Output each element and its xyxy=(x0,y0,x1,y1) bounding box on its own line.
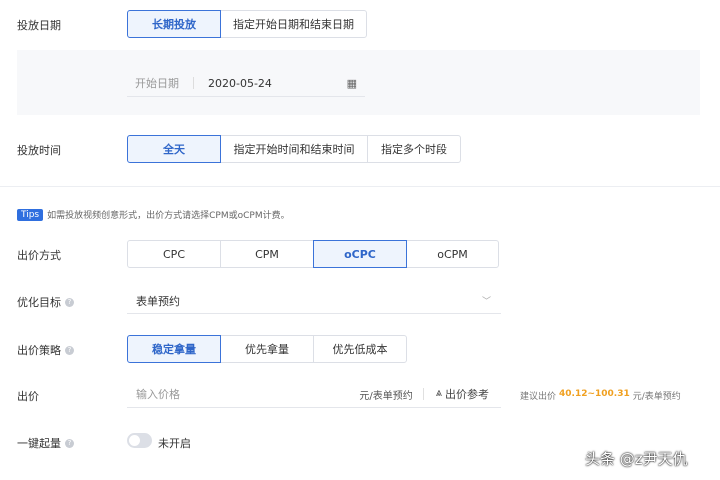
suggest-prefix: 建议出价 xyxy=(520,392,557,402)
chevron-down-icon: ﹀ xyxy=(481,297,491,307)
schedule-options: 长期投放 指定开始日期和结束日期 xyxy=(127,10,367,38)
tips-bar: Tips 如需投放视频创意形式，出价方式请选择CPM或oCPM计费。 xyxy=(17,208,290,221)
start-date-value: 2020-05-24 xyxy=(208,76,272,90)
calendar-icon[interactable]: ▦ xyxy=(347,77,357,90)
time-label: 投放时间 xyxy=(17,144,61,157)
goal-label: 优化目标? xyxy=(17,294,74,310)
time-multi-slot-button[interactable]: 指定多个时段 xyxy=(367,135,461,163)
bid-reference-link[interactable]: ⩓ 出价参考 xyxy=(436,386,489,402)
goal-select[interactable]: 表单预约 ﹀ xyxy=(127,288,501,314)
strategy-options: 稳定拿量 优先拿量 优先低成本 xyxy=(127,335,407,363)
help-icon[interactable]: ? xyxy=(65,438,74,448)
bid-input[interactable]: 输入价格 元/表单预约 ⩓ 出价参考 xyxy=(127,381,501,408)
help-icon[interactable]: ? xyxy=(65,297,74,307)
start-date-input[interactable]: 开始日期 2020-05-24 ▦ xyxy=(127,70,365,97)
goal-value: 表单预约 xyxy=(136,294,180,308)
section-divider xyxy=(0,186,720,187)
time-all-day-button[interactable]: 全天 xyxy=(127,135,221,163)
strategy-label: 出价策略? xyxy=(17,342,74,358)
time-range-button[interactable]: 指定开始时间和结束时间 xyxy=(220,135,368,163)
bid-placeholder: 输入价格 xyxy=(136,388,180,401)
watermark: 头条 @z尹天仇 xyxy=(585,450,688,468)
boost-label-text: 一键起量 xyxy=(17,437,61,450)
bid-ocpc-button[interactable]: oCPC xyxy=(313,240,407,268)
boost-label: 一键起量? xyxy=(17,435,74,451)
bid-cpc-button[interactable]: CPC xyxy=(127,240,221,268)
reference-icon: ⩓ xyxy=(435,386,442,399)
bid-ocpm-button[interactable]: oCPM xyxy=(406,240,499,268)
bid-reference-text: 出价参考 xyxy=(445,388,489,401)
time-options: 全天 指定开始时间和结束时间 指定多个时段 xyxy=(127,135,461,163)
tips-badge: Tips xyxy=(17,208,44,221)
bid-method-options: CPC CPM oCPC oCPM xyxy=(127,240,499,268)
bid-suggestion: 建议出价 40.12~100.31 元/表单预约 xyxy=(520,389,681,402)
bid-cpm-button[interactable]: CPM xyxy=(220,240,314,268)
goal-label-text: 优化目标 xyxy=(17,296,61,309)
boost-state: 未开启 xyxy=(158,437,191,450)
schedule-date-range-button[interactable]: 指定开始日期和结束日期 xyxy=(220,10,367,38)
suggest-unit: 元/表单预约 xyxy=(632,392,681,402)
schedule-label: 投放日期 xyxy=(17,19,61,32)
strategy-low-cost-button[interactable]: 优先低成本 xyxy=(313,335,407,363)
start-date-label: 开始日期 xyxy=(135,77,179,90)
strategy-volume-button[interactable]: 优先拿量 xyxy=(220,335,314,363)
strategy-label-text: 出价策略 xyxy=(17,344,61,357)
tips-text: 如需投放视频创意形式，出价方式请选择CPM或oCPM计费。 xyxy=(47,211,290,221)
strategy-stable-button[interactable]: 稳定拿量 xyxy=(127,335,221,363)
boost-toggle[interactable] xyxy=(127,433,152,448)
schedule-long-term-button[interactable]: 长期投放 xyxy=(127,10,221,38)
help-icon[interactable]: ? xyxy=(65,345,74,355)
bid-label: 出价 xyxy=(17,390,39,403)
bid-unit: 元/表单预约 xyxy=(359,390,413,402)
suggest-range: 40.12~100.31 xyxy=(559,389,630,399)
bid-method-label: 出价方式 xyxy=(17,249,61,262)
